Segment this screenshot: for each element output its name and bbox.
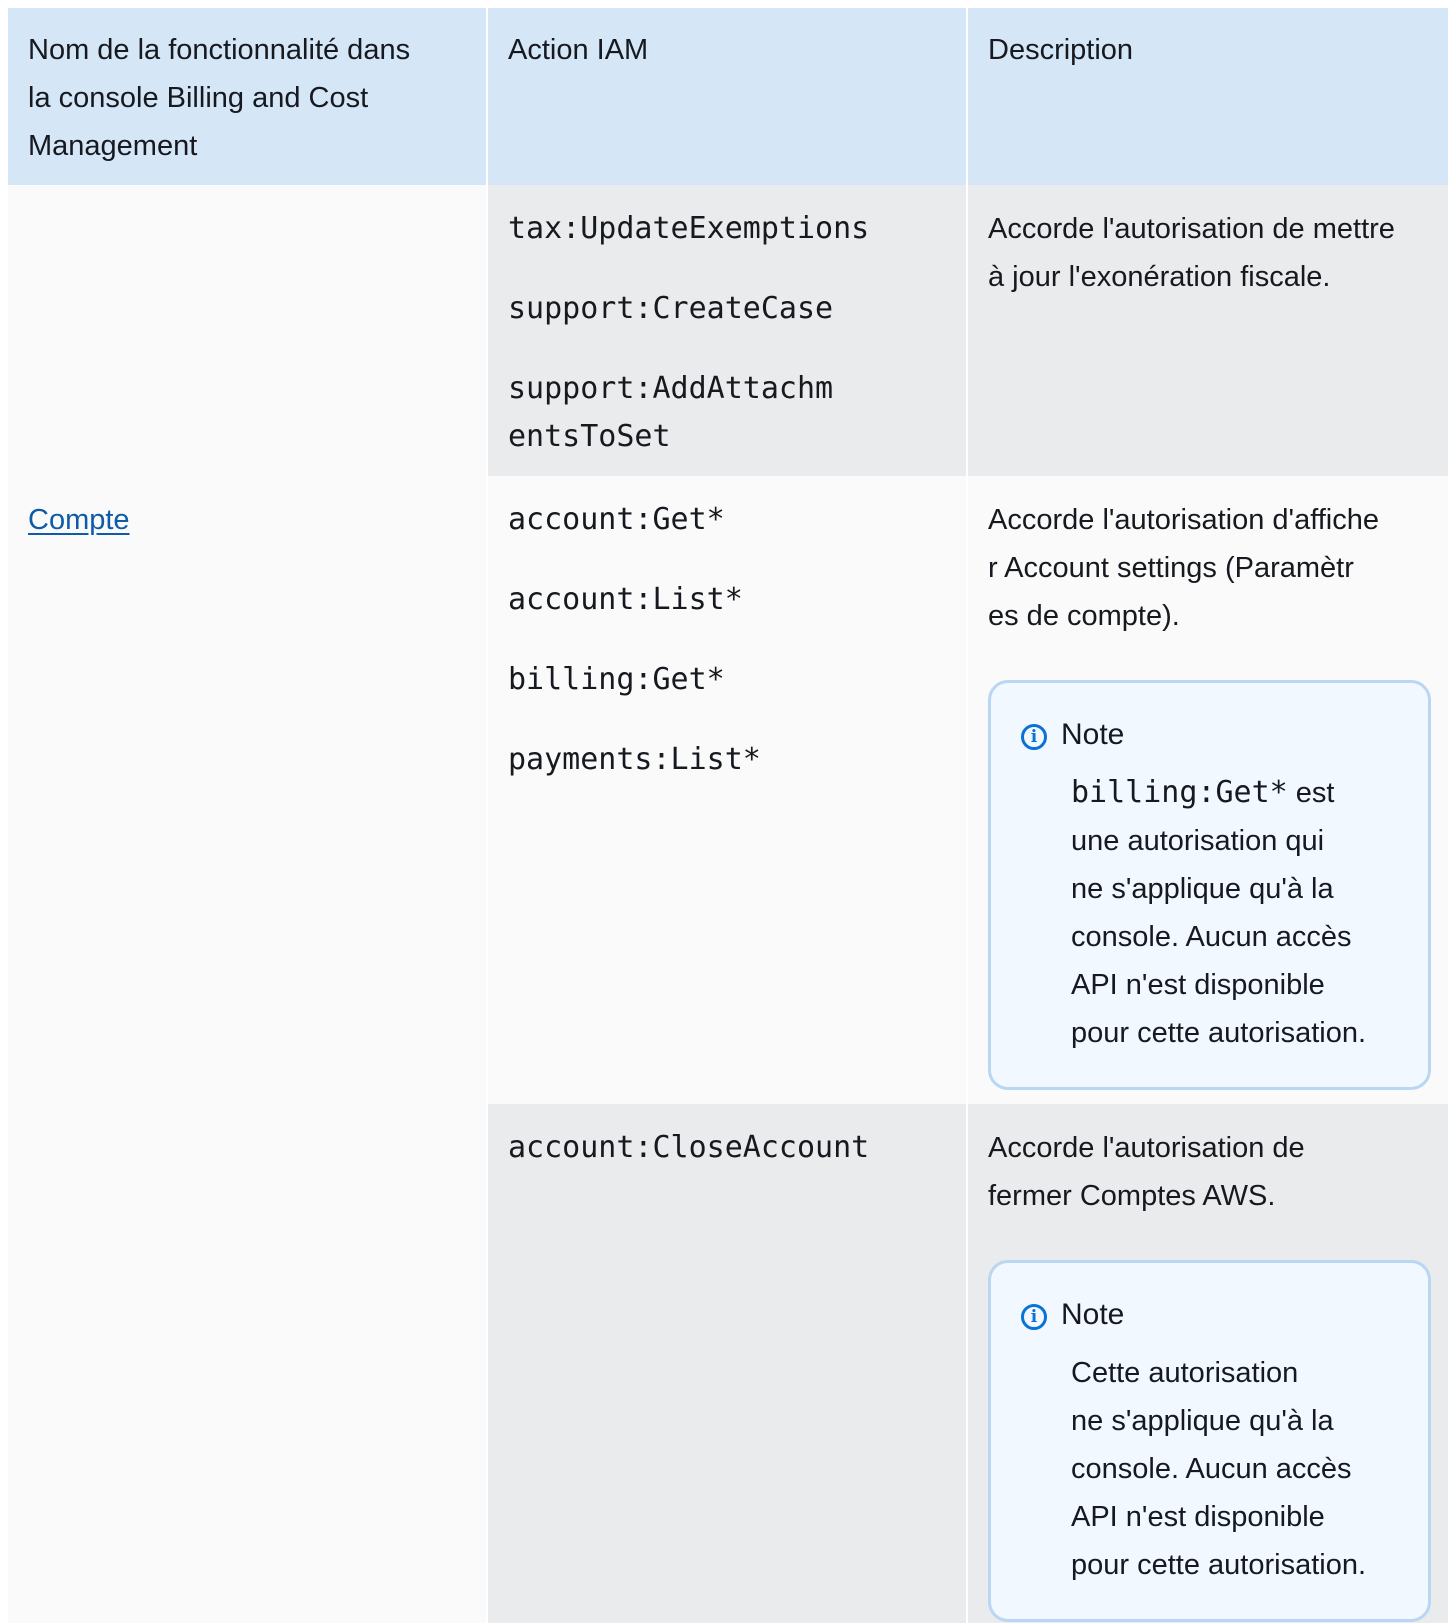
- header-feature: Nom de la fonctionnalité dans la console…: [8, 8, 488, 185]
- iam-action: account:List*: [508, 582, 743, 617]
- note-header: i Note: [1021, 1291, 1408, 1339]
- note-title: Note: [1061, 718, 1125, 751]
- description-cell: Accorde l'autorisation d'affiche r Accou…: [968, 476, 1448, 1104]
- note-box: i Note Cette autorisation ne s'applique …: [988, 1260, 1431, 1622]
- note-line: console. Aucun accès: [1071, 921, 1352, 953]
- feature-cell-empty: [8, 185, 488, 476]
- note-code: billing:Get*: [1071, 775, 1288, 810]
- description-line: r Account settings (Paramètr: [988, 552, 1354, 584]
- note-line: une autorisation qui: [1071, 825, 1325, 857]
- action-cell: tax:UpdateExemptions support:CreateCase …: [488, 185, 968, 476]
- description-line: es de compte).: [988, 600, 1180, 632]
- description-line: Accorde l'autorisation d'affiche: [988, 504, 1379, 536]
- note-title: Note: [1061, 1298, 1125, 1331]
- note-first-line: billing:Get* est: [1071, 769, 1408, 817]
- iam-action: support:AddAttachm entsToSet: [508, 371, 834, 454]
- description-line: fermer Comptes AWS.: [988, 1180, 1276, 1212]
- note-line: ne s'applique qu'à la: [1071, 873, 1334, 905]
- iam-action: account:Get*: [508, 502, 725, 537]
- permissions-table: Nom de la fonctionnalité dans la console…: [8, 8, 1448, 1623]
- info-circle-icon: i: [1021, 724, 1047, 750]
- note-line: pour cette autorisation.: [1071, 1017, 1367, 1049]
- feature-cell: Compte: [8, 476, 488, 1623]
- action-cell: account:Get* account:List* billing:Get* …: [488, 476, 968, 1104]
- iam-action: tax:UpdateExemptions: [508, 211, 870, 246]
- note-text: est: [1287, 777, 1335, 809]
- iam-action: payments:List*: [508, 742, 761, 777]
- note-box: i Note billing:Get* est une autorisation…: [988, 680, 1431, 1090]
- action-cell: account:CloseAccount: [488, 1104, 968, 1623]
- note-header: i Note: [1021, 711, 1408, 759]
- note-line: pour cette autorisation.: [1071, 1549, 1367, 1581]
- iam-action: account:CloseAccount: [508, 1130, 870, 1165]
- feature-link-compte[interactable]: Compte: [28, 504, 130, 536]
- description-line: Accorde l'autorisation de: [988, 1132, 1305, 1164]
- header-action: Action IAM: [488, 8, 968, 185]
- header-feature-line: Management: [28, 130, 198, 162]
- description-cell: Accorde l'autorisation de fermer Comptes…: [968, 1104, 1448, 1623]
- note-body: billing:Get* est une autorisation qui ne…: [1071, 769, 1408, 1057]
- header-feature-line: la console Billing and Cost: [28, 82, 369, 114]
- header-description: Description: [968, 8, 1448, 185]
- note-line: API n'est disponible: [1071, 969, 1325, 1001]
- description-cell: Accorde l'autorisation de mettre à jour …: [968, 185, 1448, 476]
- info-circle-icon: i: [1021, 1304, 1047, 1330]
- note-line: ne s'applique qu'à la: [1071, 1405, 1334, 1437]
- note-line: console. Aucun accès: [1071, 1453, 1352, 1485]
- iam-action: billing:Get*: [508, 662, 725, 697]
- note-line: API n'est disponible: [1071, 1501, 1325, 1533]
- description-text: Accorde l'autorisation de mettre à jour …: [988, 213, 1395, 293]
- header-feature-line: Nom de la fonctionnalité dans: [28, 34, 411, 66]
- iam-action: support:CreateCase: [508, 291, 834, 326]
- note-line: Cette autorisation: [1071, 1357, 1299, 1389]
- note-body: Cette autorisation ne s'applique qu'à la…: [1071, 1349, 1408, 1589]
